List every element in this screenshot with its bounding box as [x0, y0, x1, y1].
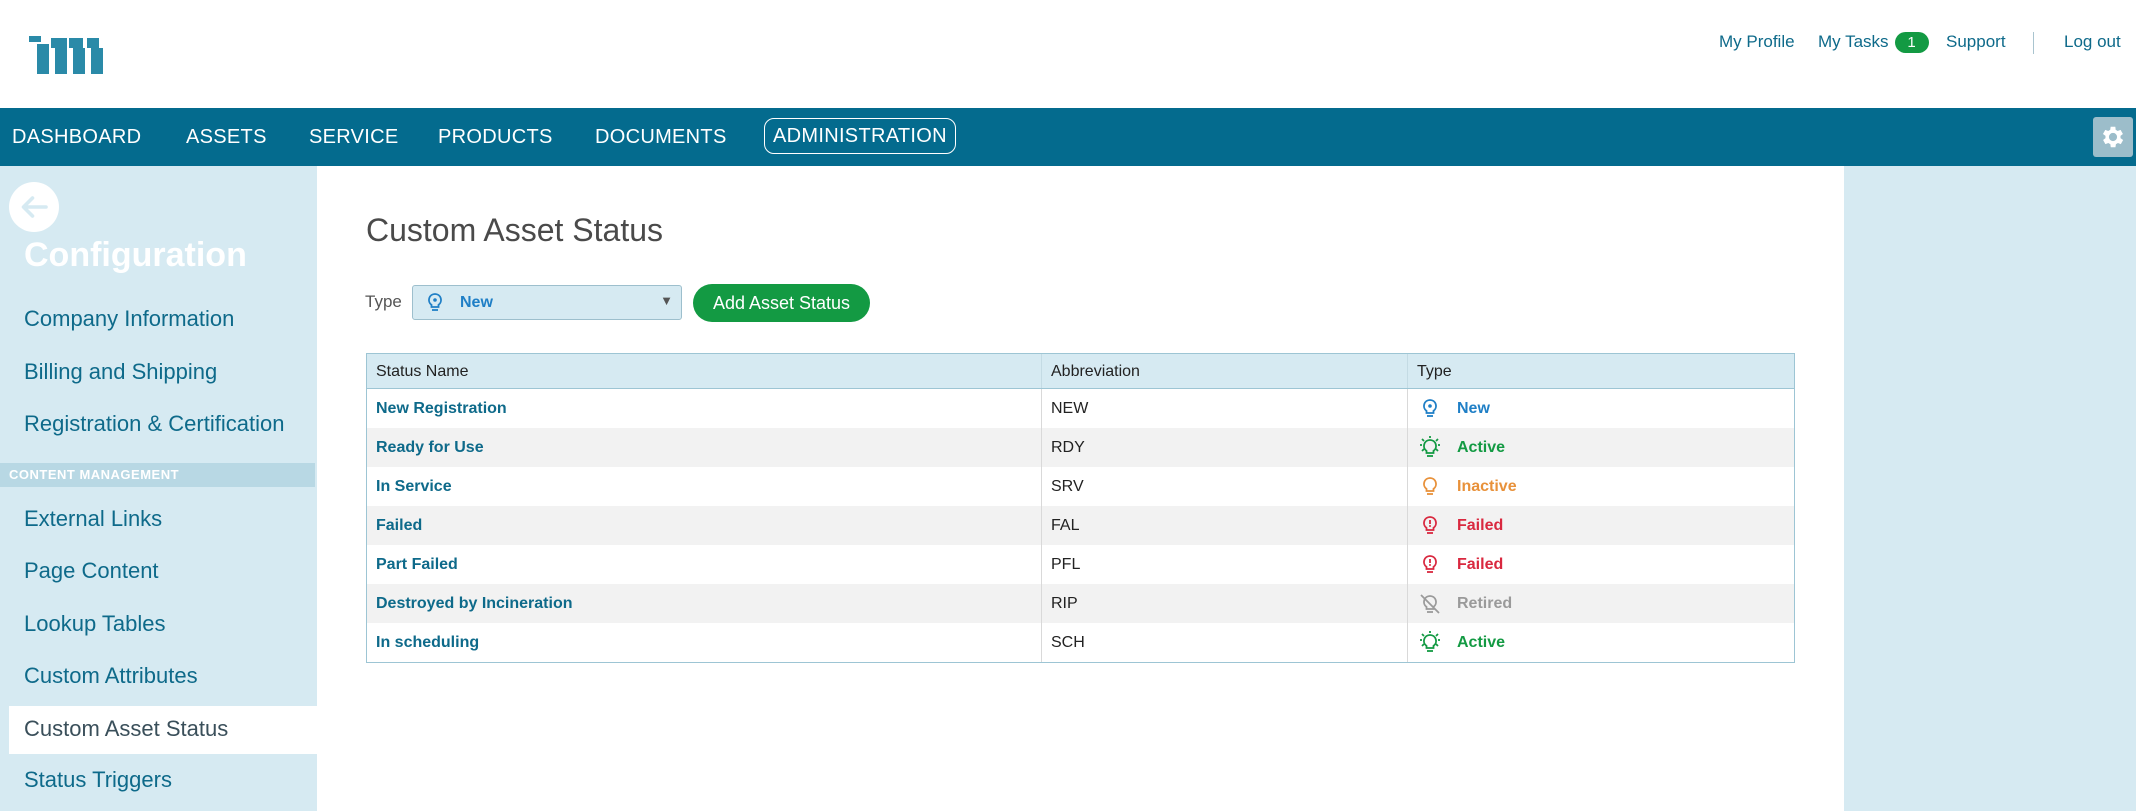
table-header: Status Name Abbreviation Type — [367, 354, 1794, 389]
status-abbreviation: RIP — [1051, 595, 1078, 612]
type-filter-label: Type — [365, 292, 402, 311]
right-panel — [1844, 166, 2136, 811]
status-type-label: Retired — [1457, 595, 1513, 612]
main-nav: DASHBOARD ASSETS SERVICE PRODUCTS DOCUME… — [0, 108, 2136, 166]
status-abbreviation: PFL — [1051, 556, 1081, 573]
status-name-link[interactable]: In scheduling — [376, 634, 479, 651]
nav-administration[interactable]: ADMINISTRATION — [764, 118, 956, 154]
page-title: Custom Asset Status — [366, 212, 664, 248]
bulb-inactive-icon — [1417, 474, 1443, 500]
header-divider — [2033, 32, 2034, 54]
bulb-new-icon — [425, 292, 445, 319]
status-name-link[interactable]: Failed — [376, 517, 422, 534]
bulb-new-icon — [1417, 396, 1443, 422]
sidebar-item-page-content[interactable]: Page Content — [24, 558, 159, 584]
sidebar-item-custom-asset-status[interactable]: Custom Asset Status — [9, 706, 317, 754]
status-abbreviation: SRV — [1051, 478, 1084, 495]
add-asset-status-button[interactable]: Add Asset Status — [693, 284, 870, 322]
column-header-status-name[interactable]: Status Name — [367, 354, 1042, 388]
my-tasks-label[interactable]: My Tasks — [1818, 32, 1889, 52]
status-abbreviation: NEW — [1051, 400, 1089, 417]
table-row[interactable]: Failed FAL Failed — [367, 506, 1794, 545]
my-tasks-link[interactable]: My Tasks 1 — [1818, 31, 1929, 53]
arrow-left-icon — [21, 196, 48, 218]
nav-documents[interactable]: DOCUMENTS — [595, 108, 727, 166]
sidebar-item-label: Custom Asset Status — [24, 716, 229, 741]
tasks-count-badge: 1 — [1894, 31, 1929, 53]
sidebar-item-custom-attributes[interactable]: Custom Attributes — [24, 663, 198, 689]
back-button[interactable] — [9, 182, 59, 232]
status-type-label: Active — [1457, 634, 1506, 651]
table-row[interactable]: Destroyed by Incineration RIP Retired — [367, 584, 1794, 623]
bulb-failed-icon — [1417, 513, 1443, 539]
bulb-failed-icon — [1417, 552, 1443, 578]
status-abbreviation: RDY — [1051, 439, 1085, 456]
sidebar-item-registration-certification[interactable]: Registration & Certification — [24, 411, 284, 437]
status-name-link[interactable]: New Registration — [376, 400, 507, 417]
my-profile-link[interactable]: My Profile — [1719, 32, 1795, 52]
sidebar-item-company-information[interactable]: Company Information — [24, 306, 234, 332]
sidebar-item-external-links[interactable]: External Links — [24, 506, 162, 532]
bulb-active-icon — [1417, 630, 1443, 656]
support-link[interactable]: Support — [1946, 32, 2006, 52]
status-abbreviation: SCH — [1051, 634, 1085, 651]
table-row[interactable]: In scheduling SCH Active — [367, 623, 1794, 662]
sidebar-item-lookup-tables[interactable]: Lookup Tables — [24, 611, 166, 637]
status-name-link[interactable]: Ready for Use — [376, 439, 484, 456]
nav-dashboard[interactable]: DASHBOARD — [12, 108, 141, 166]
column-header-abbreviation[interactable]: Abbreviation — [1042, 354, 1408, 388]
nav-service[interactable]: SERVICE — [309, 108, 399, 166]
sidebar-section-content-management: CONTENT MANAGEMENT — [0, 463, 315, 487]
settings-gear-button[interactable] — [2093, 117, 2133, 157]
column-header-type[interactable]: Type — [1408, 354, 1794, 388]
type-filter-select[interactable]: New ▼ — [412, 285, 682, 320]
sidebar-item-billing-shipping[interactable]: Billing and Shipping — [24, 359, 217, 385]
status-name-link[interactable]: In Service — [376, 478, 452, 495]
sidebar-title: Configuration — [24, 236, 247, 274]
table-row[interactable]: In Service SRV Inactive — [367, 467, 1794, 506]
config-sidebar: Configuration Company Information Billin… — [0, 166, 317, 811]
status-type-label: Failed — [1457, 556, 1504, 573]
table-row[interactable]: Part Failed PFL Failed — [367, 545, 1794, 584]
table-row[interactable]: Ready for Use RDY Active — [367, 428, 1794, 467]
type-filter-value: New — [460, 294, 493, 311]
logout-link[interactable]: Log out — [2064, 32, 2121, 52]
nav-products[interactable]: PRODUCTS — [438, 108, 553, 166]
company-logo[interactable] — [29, 36, 109, 76]
table-row[interactable]: New Registration NEW New — [367, 389, 1794, 428]
status-type-label: Active — [1457, 439, 1506, 456]
gear-icon — [2102, 126, 2124, 148]
bulb-active-icon — [1417, 435, 1443, 461]
sidebar-item-status-triggers[interactable]: Status Triggers — [24, 767, 172, 793]
status-name-link[interactable]: Part Failed — [376, 556, 458, 573]
status-type-label: Inactive — [1457, 478, 1517, 495]
table-body: New Registration NEW New Ready for Use RDY Ac… — [367, 389, 1794, 662]
status-type-label: New — [1457, 400, 1490, 417]
status-name-link[interactable]: Destroyed by Incineration — [376, 595, 573, 612]
status-abbreviation: FAL — [1051, 517, 1080, 534]
nav-assets[interactable]: ASSETS — [186, 108, 267, 166]
status-type-label: Failed — [1457, 517, 1504, 534]
top-header: My Profile My Tasks 1 Support Log out — [0, 0, 2136, 108]
caret-down-icon: ▼ — [660, 293, 673, 308]
asset-status-table: Status Name Abbreviation Type New Regist… — [366, 353, 1795, 663]
bulb-retired-icon — [1417, 591, 1443, 617]
